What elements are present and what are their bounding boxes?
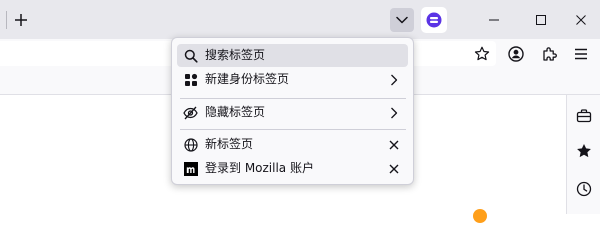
menu-item-label: 搜索标签页 bbox=[205, 48, 266, 62]
extension-logo-icon bbox=[426, 12, 442, 28]
menu-item-label: 隐藏标签页 bbox=[205, 105, 266, 119]
menu-separator bbox=[180, 129, 406, 130]
tab-separator bbox=[6, 11, 7, 29]
menu-item-hidden-tabs[interactable]: 隐藏标签页 bbox=[177, 101, 408, 124]
account-icon bbox=[508, 46, 524, 62]
menu-item-new-container-tab[interactable]: 新建身份标签页 bbox=[177, 68, 408, 91]
close-icon bbox=[389, 140, 399, 150]
minimize-icon bbox=[488, 14, 500, 26]
open-tab-title: 新标签页 bbox=[205, 137, 254, 151]
globe-icon bbox=[183, 137, 198, 152]
list-all-tabs-menu: 搜索标签页 新建身份标签页 隐藏标签页 新标签页 登录到 Mozilla 账户 bbox=[171, 37, 414, 185]
hamburger-icon bbox=[574, 48, 588, 60]
tab-strip bbox=[0, 0, 600, 39]
menu-separator bbox=[180, 98, 406, 99]
close-tab-button[interactable] bbox=[387, 137, 401, 152]
containers-icon bbox=[183, 72, 198, 87]
star-outline-icon bbox=[474, 46, 490, 62]
new-tab-button[interactable] bbox=[9, 8, 33, 32]
sidebar-toolbox-button[interactable] bbox=[572, 104, 596, 128]
mozilla-icon bbox=[183, 161, 198, 176]
sidebar-history-button[interactable] bbox=[572, 177, 596, 201]
menu-item-search-tabs[interactable]: 搜索标签页 bbox=[177, 44, 408, 67]
maximize-button[interactable] bbox=[526, 6, 556, 34]
notification-dot bbox=[473, 209, 487, 223]
plus-icon bbox=[14, 13, 28, 27]
close-window-button[interactable] bbox=[566, 6, 596, 34]
extensions-button[interactable] bbox=[537, 41, 563, 67]
close-icon bbox=[389, 164, 399, 174]
sidebar-bookmarks-button[interactable] bbox=[572, 139, 596, 163]
chevron-right-icon bbox=[387, 72, 401, 87]
search-icon bbox=[183, 48, 198, 63]
minimize-button[interactable] bbox=[479, 6, 509, 34]
open-tab-item[interactable]: 登录到 Mozilla 账户 bbox=[177, 157, 408, 180]
toolbox-icon bbox=[576, 108, 592, 124]
open-tab-title: 登录到 Mozilla 账户 bbox=[205, 161, 314, 175]
clock-icon bbox=[576, 181, 592, 197]
account-button[interactable] bbox=[503, 41, 529, 67]
bookmark-star-button[interactable] bbox=[468, 41, 496, 66]
open-tab-item[interactable]: 新标签页 bbox=[177, 133, 408, 156]
close-icon bbox=[575, 14, 587, 26]
eye-slash-icon bbox=[183, 105, 198, 120]
maximize-icon bbox=[535, 14, 547, 26]
chevron-right-icon bbox=[387, 105, 401, 120]
star-filled-icon bbox=[576, 143, 592, 159]
app-menu-button[interactable] bbox=[568, 41, 594, 67]
sidebar bbox=[566, 95, 600, 214]
close-tab-button[interactable] bbox=[387, 161, 401, 176]
list-all-tabs-button[interactable] bbox=[390, 8, 414, 32]
menu-item-label: 新建身份标签页 bbox=[205, 72, 290, 86]
extension-button[interactable] bbox=[421, 7, 447, 33]
chevron-down-icon bbox=[396, 16, 408, 24]
puzzle-icon bbox=[542, 46, 558, 62]
